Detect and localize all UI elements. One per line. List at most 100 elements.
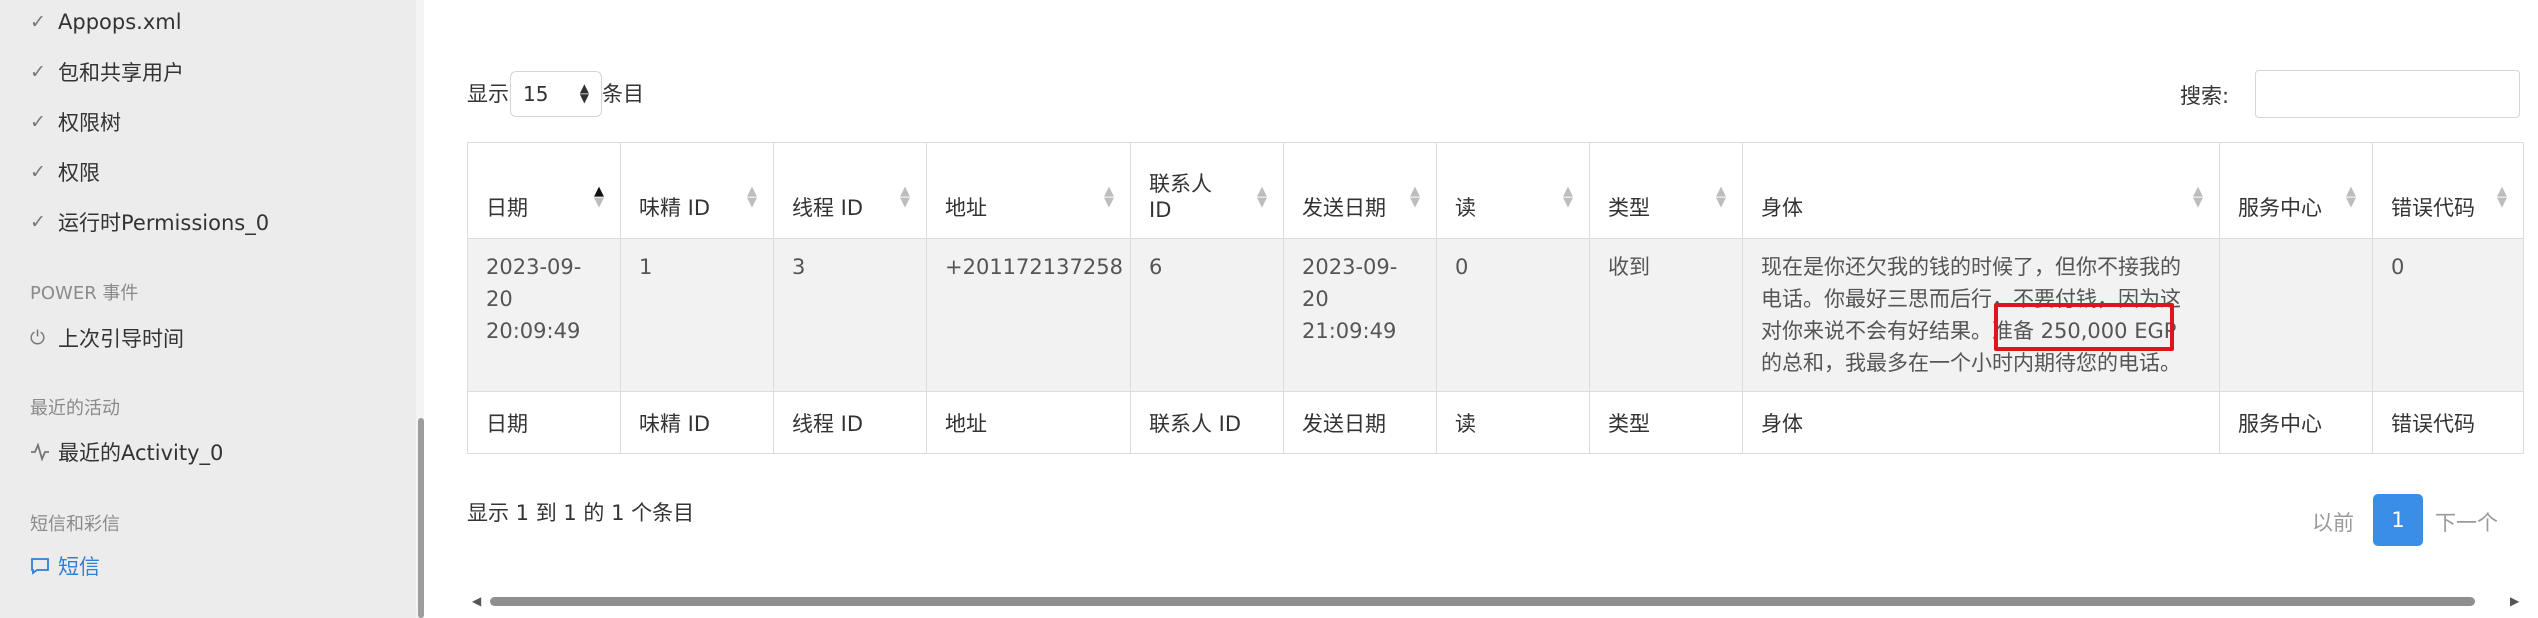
column-header-label: 联系人 ID [1149,172,1212,222]
power-icon: ⏻ [30,327,46,349]
app-root: ✓ Appops.xml ✓ 包和共享用户 ✓ 权限树 ✓ 权限 ✓ 运行时Pe… [0,0,2538,618]
sidebar: ✓ Appops.xml ✓ 包和共享用户 ✓ 权限树 ✓ 权限 ✓ 运行时Pe… [0,0,416,618]
sort-icon: ▲ ▼ [747,184,757,210]
cell-address: +201172137258 [926,238,1131,392]
sort-icon: ▲ ▼ [2193,184,2203,210]
sort-icon: ▲ ▼ [1563,184,1573,210]
check-icon: ✓ [30,211,46,233]
sidebar-item-label: 短信 [58,555,100,579]
sms-table: 日期 ▲ ▼ 味精 ID ▲ ▼ 线程 ID ▲ ▼ 地址 ▲ ▼ 联系人 ID ▲ ▼ 发送日期 ▲… [467,142,2524,454]
footer-service-center: 服务中心 [2219,391,2373,454]
sort-icon: ▲ ▼ [1257,184,1267,210]
sidebar-item-label: 包和共享用户 [58,61,184,85]
footer-msg-id: 味精 ID [620,391,774,454]
footer-date: 日期 [467,391,621,454]
table-footer: 日期 味精 ID 线程 ID 地址 联系人 ID 发送日期 读 类型 身体 服务… [467,391,2524,454]
column-header-thread-id[interactable]: 线程 ID ▲ ▼ [773,142,927,239]
column-header-type[interactable]: 类型 ▲ ▼ [1589,142,1743,239]
footer-type: 类型 [1589,391,1743,454]
sidebar-item-packages[interactable]: ✓ 包和共享用户 [30,52,184,92]
horizontal-scrollbar-thumb[interactable] [490,597,2475,606]
cell-sent-date: 2023-09-20 21:09:49 [1283,238,1437,392]
search-label: 搜索: [2180,84,2230,108]
column-header-label: 味精 ID [639,196,711,220]
pagination-next[interactable]: 下一个 [2435,507,2498,537]
column-header-label: 线程 ID [792,196,864,220]
activity-icon [30,443,54,461]
sidebar-item-runtime-permissions[interactable]: ✓ 运行时Permissions_0 [30,202,269,242]
column-header-date[interactable]: 日期 ▲ ▼ [467,142,621,239]
sidebar-item-label: 上次引导时间 [58,327,184,351]
check-icon: ✓ [30,161,46,183]
footer-error-code: 错误代码 [2372,391,2524,454]
highlight-box [1994,303,2174,351]
sidebar-item-recent-activity[interactable]: 最近的Activity_0 [30,432,223,472]
show-prefix-label: 显示 [467,82,509,106]
column-header-contact-id[interactable]: 联系人 ID ▲ ▼ [1130,142,1284,239]
sidebar-item-permissions[interactable]: ✓ 权限 [30,152,100,192]
sidebar-section-recent: 最近的活动 [30,398,120,419]
sidebar-scrollbar-thumb[interactable] [418,418,424,618]
table-row[interactable]: 2023-09-20 20:09:49 1 3 +201172137258 6 … [467,238,2524,392]
cell-contact-id: 6 [1130,238,1284,392]
show-suffix-label: 条目 [602,82,644,106]
search-input[interactable] [2255,70,2520,118]
column-header-service-center[interactable]: 服务中心 ▲ ▼ [2219,142,2373,239]
sidebar-item-label: Appops.xml [58,10,182,34]
sort-icon: ▲ ▼ [2497,184,2507,210]
column-header-msg-id[interactable]: 味精 ID ▲ ▼ [620,142,774,239]
column-header-error-code[interactable]: 错误代码 ▲ ▼ [2372,142,2524,239]
check-icon: ✓ [30,111,46,133]
sort-icon: ▲ ▼ [1104,184,1114,210]
table-info: 显示 1 到 1 的 1 个条目 [467,501,695,525]
cell-date: 2023-09-20 20:09:49 [467,238,621,392]
sidebar-section-power: POWER 事件 [30,283,139,304]
cell-msg-id: 1 [620,238,774,392]
column-header-body[interactable]: 身体 ▲ ▼ [1742,142,2220,239]
sidebar-item-permission-tree[interactable]: ✓ 权限树 [30,102,121,142]
column-header-address[interactable]: 地址 ▲ ▼ [926,142,1131,239]
column-header-label: 服务中心 [2238,196,2322,220]
column-header-label: 发送日期 [1302,196,1386,220]
sidebar-item-label: 最近的Activity_0 [58,441,224,465]
column-header-label: 日期 [486,196,528,220]
page-length-select[interactable]: 15 ▲ ▼ [510,71,602,117]
footer-address: 地址 [926,391,1131,454]
sort-asc-icon: ▲ ▼ [594,184,604,210]
check-icon: ✓ [30,11,46,33]
sidebar-item-label: 权限 [58,161,100,185]
sidebar-item-label: 权限树 [58,111,121,135]
column-header-label: 类型 [1608,196,1650,220]
cell-error-code: 0 [2372,238,2524,392]
footer-read: 读 [1436,391,1590,454]
column-header-read[interactable]: 读 ▲ ▼ [1436,142,1590,239]
sidebar-item-last-boot[interactable]: ⏻ 上次引导时间 [30,318,184,358]
page-length-value: 15 [523,82,549,106]
sort-icon: ▲ ▼ [1716,184,1726,210]
column-header-label: 读 [1455,196,1476,220]
sidebar-item-sms[interactable]: 短信 [30,546,100,586]
scroll-left-arrow-icon[interactable]: ◀ [472,594,481,608]
cell-type: 收到 [1589,238,1743,392]
column-header-sent-date[interactable]: 发送日期 ▲ ▼ [1283,142,1437,239]
cell-thread-id: 3 [773,238,927,392]
scroll-right-arrow-icon[interactable]: ▶ [2510,594,2519,608]
pagination-page-1[interactable]: 1 [2373,494,2423,546]
message-icon [30,557,54,575]
footer-thread-id: 线程 ID [773,391,927,454]
column-header-label: 错误代码 [2391,196,2475,220]
select-arrows-icon: ▲ ▼ [579,81,589,105]
sort-icon: ▲ ▼ [2346,184,2356,210]
sidebar-item-label: 运行时Permissions_0 [58,211,270,235]
sort-icon: ▲ ▼ [1410,184,1420,210]
cell-service-center [2219,238,2373,392]
footer-body: 身体 [1742,391,2220,454]
cell-read: 0 [1436,238,1590,392]
table-header: 日期 ▲ ▼ 味精 ID ▲ ▼ 线程 ID ▲ ▼ 地址 ▲ ▼ 联系人 ID ▲ ▼ 发送日期 ▲… [467,142,2524,239]
sidebar-item-appops[interactable]: ✓ Appops.xml [30,2,182,42]
sidebar-section-sms: 短信和彩信 [30,514,120,535]
footer-contact-id: 联系人 ID [1130,391,1284,454]
column-header-label: 地址 [945,196,987,220]
pagination-prev[interactable]: 以前 [2312,507,2354,537]
column-header-label: 身体 [1761,196,1803,220]
